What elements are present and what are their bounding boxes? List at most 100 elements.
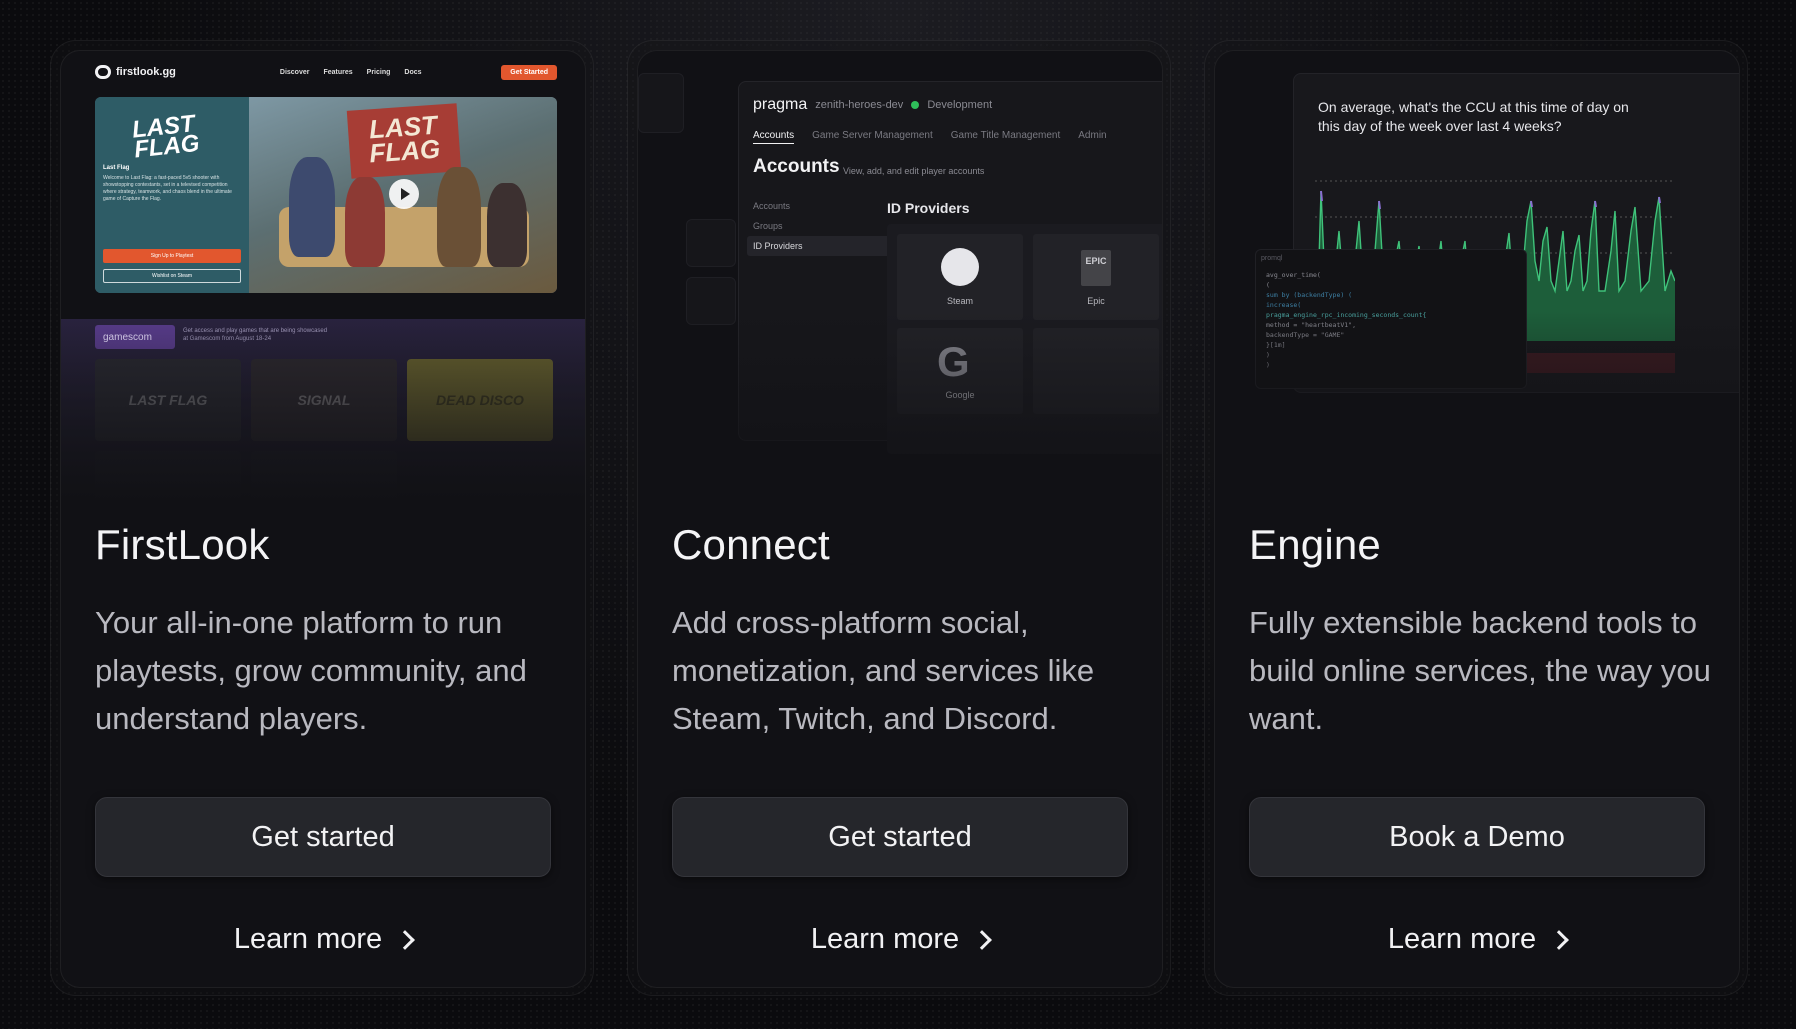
accounts-heading: Accounts — [753, 156, 840, 177]
card-title: Connect — [672, 521, 830, 568]
epic-icon: EPIC — [1081, 250, 1111, 286]
firstlook-learn-more-link[interactable]: Learn more — [95, 919, 551, 959]
firstlook-preview-nav-cta: Get Started — [501, 64, 557, 80]
code-line: avg_over_time( — [1266, 271, 1321, 279]
card-engine: On average, what's the CCU at this time … — [1214, 50, 1740, 988]
providers-grid: Steam EPIC Epic G Google — [887, 224, 1162, 454]
card-title: FirstLook — [95, 521, 270, 568]
project-name: zenith-heroes-dev — [815, 99, 904, 111]
chevron-right-icon — [1549, 930, 1570, 950]
game-tile: DEAD DISCO — [407, 359, 553, 441]
learn-more-label: Learn more — [1387, 922, 1537, 955]
code-line: backendType = "GAME" — [1266, 331, 1345, 339]
code-line: ) — [1266, 351, 1270, 359]
hero-wishlist-button: Wishlist on Steam — [103, 269, 241, 283]
code-line: }[1m] — [1266, 341, 1286, 349]
sidebar-item-accounts: Accounts — [753, 201, 791, 211]
firstlook-preview-logo: firstlook.gg — [116, 66, 176, 78]
provider-google: G Google — [897, 328, 1023, 414]
card-description: Add cross-platform social, monetization,… — [672, 605, 1095, 736]
tab-accounts: Accounts — [753, 130, 795, 144]
firstlook-preview-nav: firstlook.gg Discover Features Pricing D… — [95, 59, 557, 85]
play-icon — [389, 179, 419, 209]
sidebar-item-id-providers: ID Providers — [747, 236, 897, 256]
code-line: pragma_engine_rpc_incoming_seconds_count… — [1266, 311, 1427, 319]
card-engine-frame: On average, what's the CCU at this time … — [1204, 40, 1748, 996]
code-line: sum by (backendType) ( — [1266, 291, 1353, 299]
metrics-question: On average, what's the CCU at this time … — [1318, 99, 1629, 134]
provider-epic: EPIC Epic — [1033, 234, 1159, 320]
code-line: ( — [1266, 281, 1270, 289]
product-cards: firstlook.gg Discover Features Pricing D… — [50, 40, 1748, 996]
environment-status-icon — [911, 101, 920, 109]
provider-steam: Steam — [897, 234, 1023, 320]
firstlook-preview-nav-link: Docs — [404, 68, 422, 76]
learn-more-label: Learn more — [810, 922, 960, 955]
promql-code-block: avg_over_time( ( sum by (backendType) ( … — [1255, 249, 1527, 389]
ccu-peak-markers — [1320, 190, 1661, 210]
tab-game-server-management: Game Server Management — [812, 130, 933, 141]
gamescom-tag: gamescom — [95, 325, 175, 349]
connect-preview-ghost — [686, 277, 736, 325]
hero-art-figure — [437, 167, 481, 267]
hero-signup-button: Sign Up to Playtest — [103, 249, 241, 263]
card-firstlook: firstlook.gg Discover Features Pricing D… — [60, 50, 586, 988]
tab-game-title-management: Game Title Management — [950, 130, 1061, 141]
card-connect-frame: pragma zenith-heroes-dev Development Acc… — [627, 40, 1171, 996]
provider-placeholder — [1033, 328, 1159, 414]
game-tile: SIGNAL — [251, 359, 397, 441]
hero-art-figure — [289, 157, 335, 257]
chevron-right-icon — [395, 930, 416, 950]
id-providers-heading: ID Providers — [887, 200, 970, 216]
connect-preview-ghost — [686, 219, 736, 267]
google-icon: G — [937, 338, 970, 385]
steam-icon — [941, 248, 979, 286]
firstlook-preview-nav-link: Discover — [279, 68, 310, 76]
code-line: ) — [1266, 361, 1270, 369]
environment-name: Development — [927, 99, 993, 111]
tab-admin: Admin — [1078, 130, 1107, 141]
learn-more-label: Learn more — [233, 922, 383, 955]
code-line: increase( — [1266, 301, 1302, 309]
connect-preview: pragma zenith-heroes-dev Development Acc… — [638, 51, 1162, 501]
connect-preview-ghost — [638, 73, 684, 133]
code-language-label: promql — [1261, 255, 1283, 262]
hero-art-figure — [487, 183, 527, 267]
firstlook-get-started-button[interactable]: Get started — [95, 797, 551, 877]
accounts-subheading: View, add, and edit player accounts — [843, 166, 985, 176]
connect-sidebar: Accounts Groups ID Providers — [747, 196, 897, 256]
firstlook-preview-nav-link: Features — [323, 68, 353, 76]
book-demo-button[interactable]: Book a Demo — [1249, 797, 1705, 877]
hero-game-title: Last Flag — [103, 165, 130, 171]
game-tile — [95, 451, 241, 501]
firstlook-logo-icon — [95, 65, 111, 79]
firstlook-preview: firstlook.gg Discover Features Pricing D… — [61, 51, 585, 501]
chevron-right-icon — [972, 930, 993, 950]
engine-preview: On average, what's the CCU at this time … — [1215, 51, 1739, 501]
connect-get-started-button[interactable]: Get started — [672, 797, 1128, 877]
hero-game-description: Welcome to Last Flag: a fast-paced 5v5 s… — [103, 175, 232, 202]
connect-dashboard: pragma zenith-heroes-dev Development Acc… — [738, 81, 1162, 454]
gamescom-text: Get access and play games that are being… — [183, 328, 328, 342]
hero-art-figure — [345, 177, 385, 267]
pragma-logo: pragma — [753, 96, 808, 113]
connect-learn-more-link[interactable]: Learn more — [672, 919, 1128, 959]
card-connect: pragma zenith-heroes-dev Development Acc… — [637, 50, 1163, 988]
game-tile: LAST FLAG — [95, 359, 241, 441]
game-tile — [251, 451, 397, 501]
chart-threshold-band — [1527, 353, 1675, 373]
firstlook-preview-hero: LAST FLAG Last Flag Welcome to Last Flag… — [95, 97, 557, 293]
card-firstlook-frame: firstlook.gg Discover Features Pricing D… — [50, 40, 594, 996]
code-line: method = "heartbeatV1", — [1266, 321, 1357, 329]
firstlook-preview-nav-link: Pricing — [366, 68, 391, 76]
card-title: Engine — [1249, 521, 1381, 568]
gamescom-band — [61, 319, 585, 501]
ccu-area-chart — [1315, 180, 1675, 341]
hero-game-art: LAST FLAG — [249, 97, 557, 293]
card-description: Fully extensible backend tools to build … — [1249, 605, 1711, 736]
last-flag-logo: LAST FLAG — [130, 110, 201, 164]
card-description: Your all-in-one platform to run playtest… — [95, 605, 527, 736]
sidebar-item-groups: Groups — [753, 221, 783, 231]
engine-learn-more-link[interactable]: Learn more — [1249, 919, 1705, 959]
hero-art-sign: LAST FLAG — [346, 103, 462, 179]
